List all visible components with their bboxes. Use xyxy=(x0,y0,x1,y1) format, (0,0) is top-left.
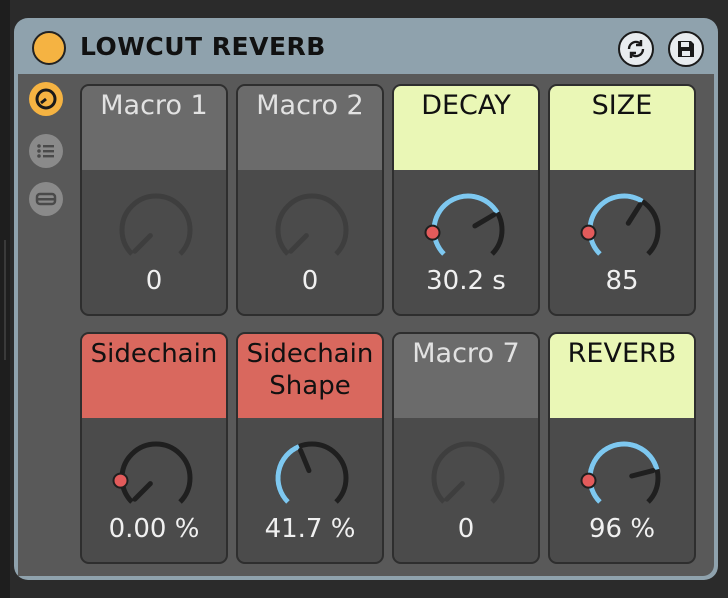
sync-button[interactable] xyxy=(618,31,654,67)
knob-fill-arc xyxy=(275,444,301,504)
knob-pointer xyxy=(625,202,643,226)
knob-pointer xyxy=(132,233,153,254)
macro-knob[interactable] xyxy=(110,186,202,278)
macro-knob[interactable] xyxy=(266,186,358,278)
knob-pointer xyxy=(472,212,497,229)
macro-knob[interactable] xyxy=(578,186,670,278)
macro-knob[interactable] xyxy=(422,186,514,278)
knob-track xyxy=(275,193,349,256)
macro-knob[interactable] xyxy=(266,434,358,526)
device-power-button[interactable] xyxy=(32,31,66,65)
knob-track xyxy=(431,441,505,504)
mapped-indicator-dot xyxy=(580,224,597,241)
macro-value: 0 xyxy=(301,266,319,296)
macro-knob[interactable] xyxy=(110,434,202,526)
knob-pointer xyxy=(629,468,656,479)
device-inner: LOWCUT REVERB Macro 1 0 Macro 2 0 DECAY … xyxy=(18,22,714,576)
left-edge-divider xyxy=(4,240,6,360)
knob-fill-arc xyxy=(587,193,644,256)
save-button[interactable] xyxy=(668,31,704,67)
knob-pointer xyxy=(132,481,153,502)
macro-panel-3[interactable]: DECAY 30.2 s xyxy=(392,84,540,316)
macro-map-button[interactable] xyxy=(29,82,63,116)
device-sidebar xyxy=(18,74,76,576)
macro-name: Sidechain xyxy=(82,334,226,418)
macro-name: Macro 7 xyxy=(394,334,538,418)
mapped-indicator-dot xyxy=(424,224,441,241)
mapped-indicator-dot xyxy=(112,472,129,489)
macro-name: Macro 2 xyxy=(238,86,382,170)
left-edge-strip xyxy=(0,0,10,598)
macro-value: 85 xyxy=(605,266,639,296)
macro-map-icon xyxy=(35,88,57,110)
list-icon xyxy=(37,144,54,158)
mapped-indicator-dot xyxy=(580,472,597,489)
macro-name: SIZE xyxy=(550,86,694,170)
macro-panel-1[interactable]: Macro 1 0 xyxy=(80,84,228,316)
device-title: LOWCUT REVERB xyxy=(80,32,326,61)
macro-value: 0 xyxy=(145,266,163,296)
macro-panel-8[interactable]: REVERB 96 % xyxy=(548,332,696,564)
device-header: LOWCUT REVERB xyxy=(18,22,714,74)
macro-name: Macro 1 xyxy=(82,86,226,170)
knob-pointer xyxy=(298,447,312,474)
macro-name: DECAY xyxy=(394,86,538,170)
knob-pointer xyxy=(444,481,465,502)
device-body: Macro 1 0 Macro 2 0 DECAY 30.2 s SIZE 85 xyxy=(18,74,714,576)
macro-panel-2[interactable]: Macro 2 0 xyxy=(236,84,384,316)
knob-pointer xyxy=(288,233,309,254)
list-button[interactable] xyxy=(29,134,63,168)
minimize-icon xyxy=(35,192,57,206)
minimize-button[interactable] xyxy=(29,182,63,216)
macro-value: 96 % xyxy=(588,514,656,544)
macro-panel-5[interactable]: Sidechain 0.00 % xyxy=(80,332,228,564)
macro-knob[interactable] xyxy=(422,434,514,526)
macro-value: 0.00 % xyxy=(108,514,200,544)
macro-panel-6[interactable]: Sidechain Shape 41.7 % xyxy=(236,332,384,564)
macro-knob[interactable] xyxy=(578,434,670,526)
macro-name: Sidechain Shape xyxy=(238,334,382,418)
knob-fill-arc xyxy=(431,193,500,256)
macro-value: 41.7 % xyxy=(264,514,356,544)
macro-name: REVERB xyxy=(550,334,694,418)
sync-icon xyxy=(627,40,645,58)
knob-track xyxy=(119,441,193,504)
macro-panel-4[interactable]: SIZE 85 xyxy=(548,84,696,316)
macro-value: 0 xyxy=(457,514,475,544)
knob-track xyxy=(119,193,193,256)
save-icon xyxy=(678,41,694,57)
device-rack: LOWCUT REVERB Macro 1 0 Macro 2 0 DECAY … xyxy=(14,18,718,580)
macro-value: 30.2 s xyxy=(426,266,506,296)
macro-panel-7[interactable]: Macro 7 0 xyxy=(392,332,540,564)
